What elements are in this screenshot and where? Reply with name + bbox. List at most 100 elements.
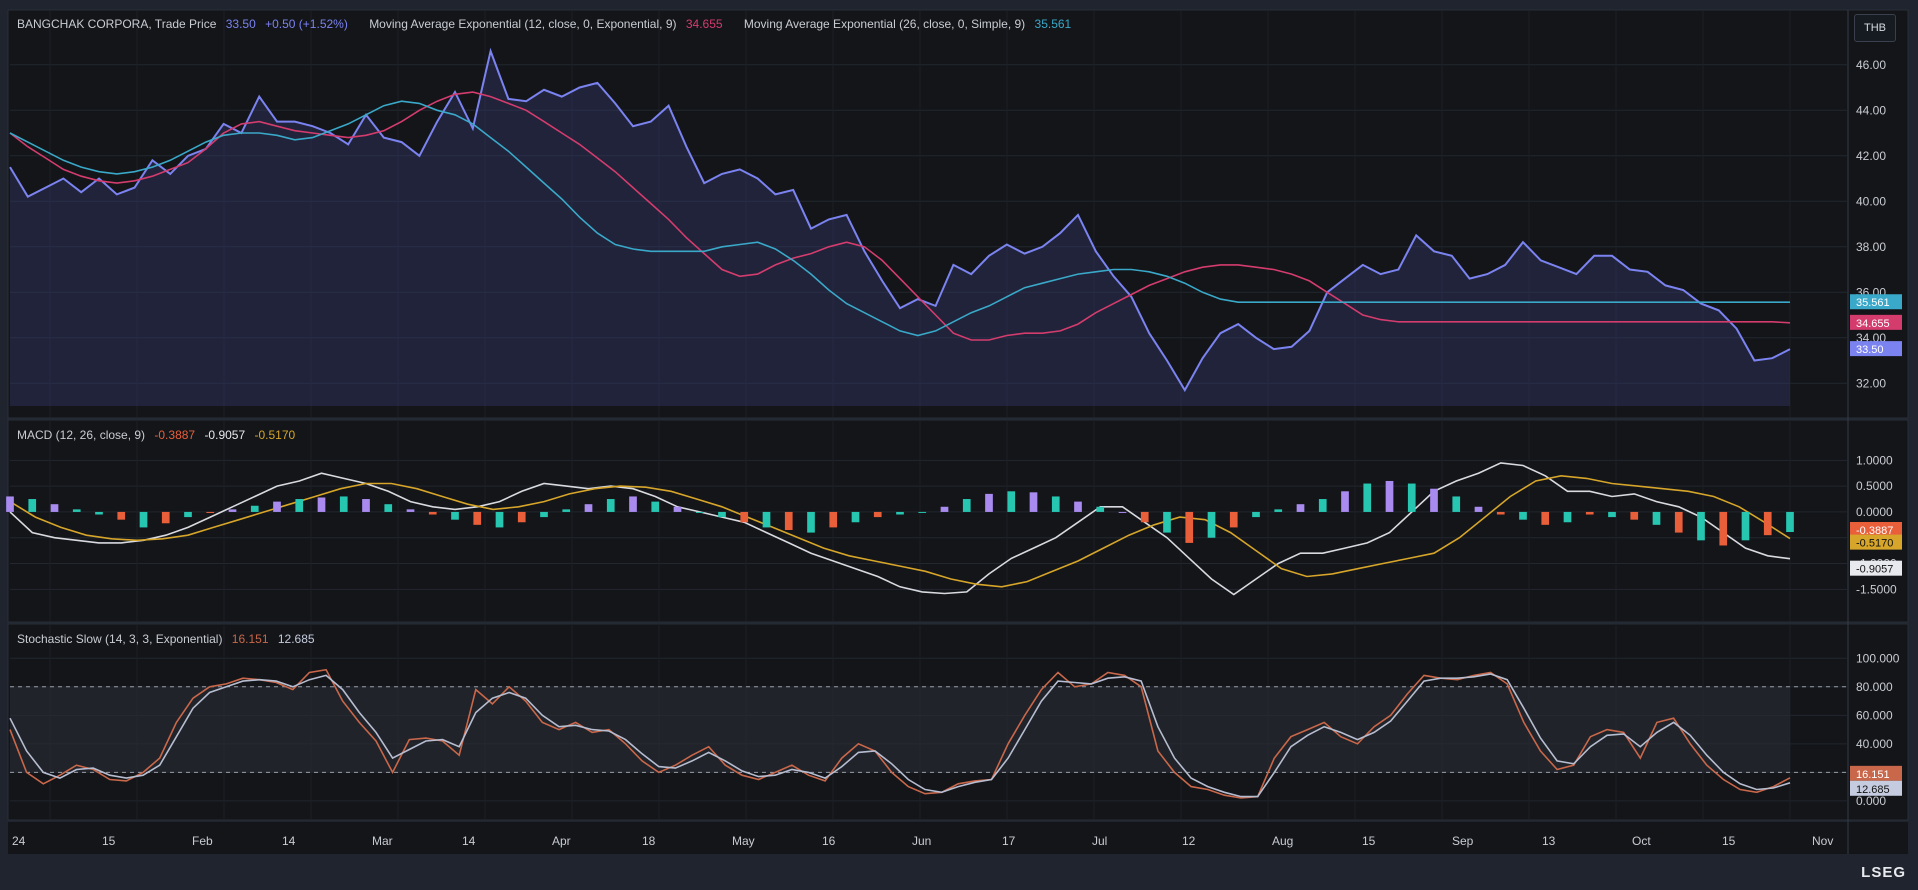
- macd-hist-bar: [251, 506, 259, 512]
- macd-hist-bar: [1430, 489, 1438, 512]
- macd-hist-bar: [985, 494, 993, 512]
- last-value-label: -0.5170: [1856, 538, 1893, 550]
- macd-hist-bar: [1074, 502, 1082, 512]
- y-tick-label: 1.0000: [1856, 453, 1893, 467]
- x-tick-label: May: [732, 834, 755, 848]
- macd-hist-bar: [1096, 507, 1104, 512]
- macd-hist-bar: [829, 512, 837, 527]
- macd-label: MACD (12, 26, close, 9): [17, 428, 145, 442]
- macd-hist-bar: [963, 499, 971, 512]
- x-tick-label: 15: [102, 834, 116, 848]
- macd-hist-bar: [140, 512, 148, 527]
- macd-hist-bar: [451, 512, 459, 520]
- macd-hist-bar: [896, 512, 904, 515]
- last-price: 33.50: [226, 17, 256, 31]
- macd-hist-bar: [718, 512, 726, 517]
- macd-hist-bar: [184, 512, 192, 517]
- macd-value: -0.9057: [204, 428, 245, 442]
- macd-hist-bar: [1185, 512, 1193, 543]
- price-change: +0.50 (+1.52%): [265, 17, 348, 31]
- y-tick-label: 44.00: [1856, 103, 1886, 117]
- macd-hist-bar: [540, 512, 548, 517]
- macd-hist-bar: [1719, 512, 1727, 546]
- x-tick-label: Aug: [1272, 834, 1293, 848]
- last-value-label: 35.561: [1856, 297, 1890, 309]
- macd-hist-bar: [807, 512, 815, 533]
- macd-legend: MACD (12, 26, close, 9) -0.3887 -0.9057 …: [17, 428, 301, 442]
- macd-hist-bar: [295, 499, 303, 512]
- x-tick-label: Jul: [1092, 834, 1107, 848]
- chart-frame: 46.0044.0042.0040.0038.0036.0034.0032.00…: [0, 0, 1918, 885]
- x-tick-label: 14: [462, 834, 476, 848]
- last-value-label: 12.685: [1856, 784, 1890, 796]
- y-tick-label: 100.000: [1856, 651, 1900, 665]
- macd-hist-bar: [1007, 491, 1015, 512]
- macd-hist-bar: [1452, 496, 1460, 511]
- y-tick-label: 60.000: [1856, 708, 1893, 722]
- x-tick-label: Oct: [1632, 834, 1651, 848]
- instrument-label: BANGCHAK CORPORA, Trade Price: [17, 17, 216, 31]
- stoch-k-value: 16.151: [232, 632, 269, 646]
- macd-hist-bar: [1630, 512, 1638, 520]
- y-tick-label: 80.000: [1856, 680, 1893, 694]
- macd-hist-bar: [1786, 512, 1794, 532]
- last-value-label: -0.9057: [1856, 564, 1893, 576]
- y-tick-label: 0.5000: [1856, 479, 1893, 493]
- ma26-value: 35.561: [1035, 17, 1072, 31]
- macd-hist-bar: [1230, 512, 1238, 527]
- ema12-label: Moving Average Exponential (12, close, 0…: [369, 17, 676, 31]
- stoch-d-value: 12.685: [278, 632, 315, 646]
- x-tick-label: Mar: [372, 834, 393, 848]
- macd-signal-value: -0.5170: [254, 428, 295, 442]
- ma26-label: Moving Average Exponential (26, close, 0…: [744, 17, 1025, 31]
- macd-hist-bar: [585, 504, 593, 512]
- macd-hist-bar: [1408, 484, 1416, 512]
- x-tick-label: Apr: [552, 834, 571, 848]
- lseg-logo: LSEG: [1861, 864, 1906, 881]
- macd-hist-bar: [1497, 512, 1505, 515]
- macd-hist-bar: [229, 509, 237, 512]
- y-tick-label: 0.0000: [1856, 505, 1893, 519]
- macd-hist-bar: [1052, 496, 1060, 511]
- x-tick-label: Sep: [1452, 834, 1474, 848]
- chart-canvas[interactable]: 46.0044.0042.0040.0038.0036.0034.0032.00…: [0, 0, 1918, 885]
- macd-hist-bar: [1141, 512, 1149, 522]
- macd-hist-bar: [607, 499, 615, 512]
- macd-hist-bar: [1030, 492, 1038, 512]
- x-tick-label: 12: [1182, 834, 1196, 848]
- macd-hist-bar: [1653, 512, 1661, 525]
- macd-hist-bar: [117, 512, 125, 520]
- macd-hist-bar: [1541, 512, 1549, 525]
- currency-button[interactable]: THB: [1854, 14, 1896, 42]
- macd-hist-bar: [629, 496, 637, 511]
- x-tick-label: 16: [822, 834, 836, 848]
- panel-bg-1: [8, 420, 1908, 622]
- x-tick-label: 18: [642, 834, 656, 848]
- x-tick-label: 13: [1542, 834, 1556, 848]
- macd-hist-bar: [1764, 512, 1772, 535]
- macd-hist-bar: [1274, 509, 1282, 512]
- y-tick-label: 46.00: [1856, 58, 1886, 72]
- x-tick-label: 24: [12, 834, 26, 848]
- macd-hist-bar: [1586, 512, 1594, 515]
- macd-hist-bar: [95, 512, 103, 515]
- macd-hist-bar: [696, 512, 704, 513]
- macd-hist-bar: [51, 504, 59, 512]
- x-tick-label: 14: [282, 834, 296, 848]
- y-tick-label: 0.000: [1856, 794, 1886, 808]
- macd-hist-bar: [473, 512, 481, 525]
- last-value-label: 33.50: [1856, 344, 1884, 356]
- macd-hist-bar: [273, 502, 281, 512]
- stoch-band: [10, 687, 1790, 773]
- macd-hist-bar: [1675, 512, 1683, 533]
- macd-hist-bar: [318, 497, 326, 511]
- x-tick-label: Nov: [1812, 834, 1833, 848]
- macd-hist-bar: [740, 512, 748, 522]
- macd-hist-bar: [384, 504, 392, 512]
- macd-hist-bar: [941, 507, 949, 512]
- macd-hist-bar: [1386, 481, 1394, 512]
- macd-hist-bar: [1564, 512, 1572, 522]
- macd-hist-bar: [1608, 512, 1616, 517]
- macd-hist-bar: [206, 512, 214, 513]
- macd-hist-bar: [28, 499, 36, 512]
